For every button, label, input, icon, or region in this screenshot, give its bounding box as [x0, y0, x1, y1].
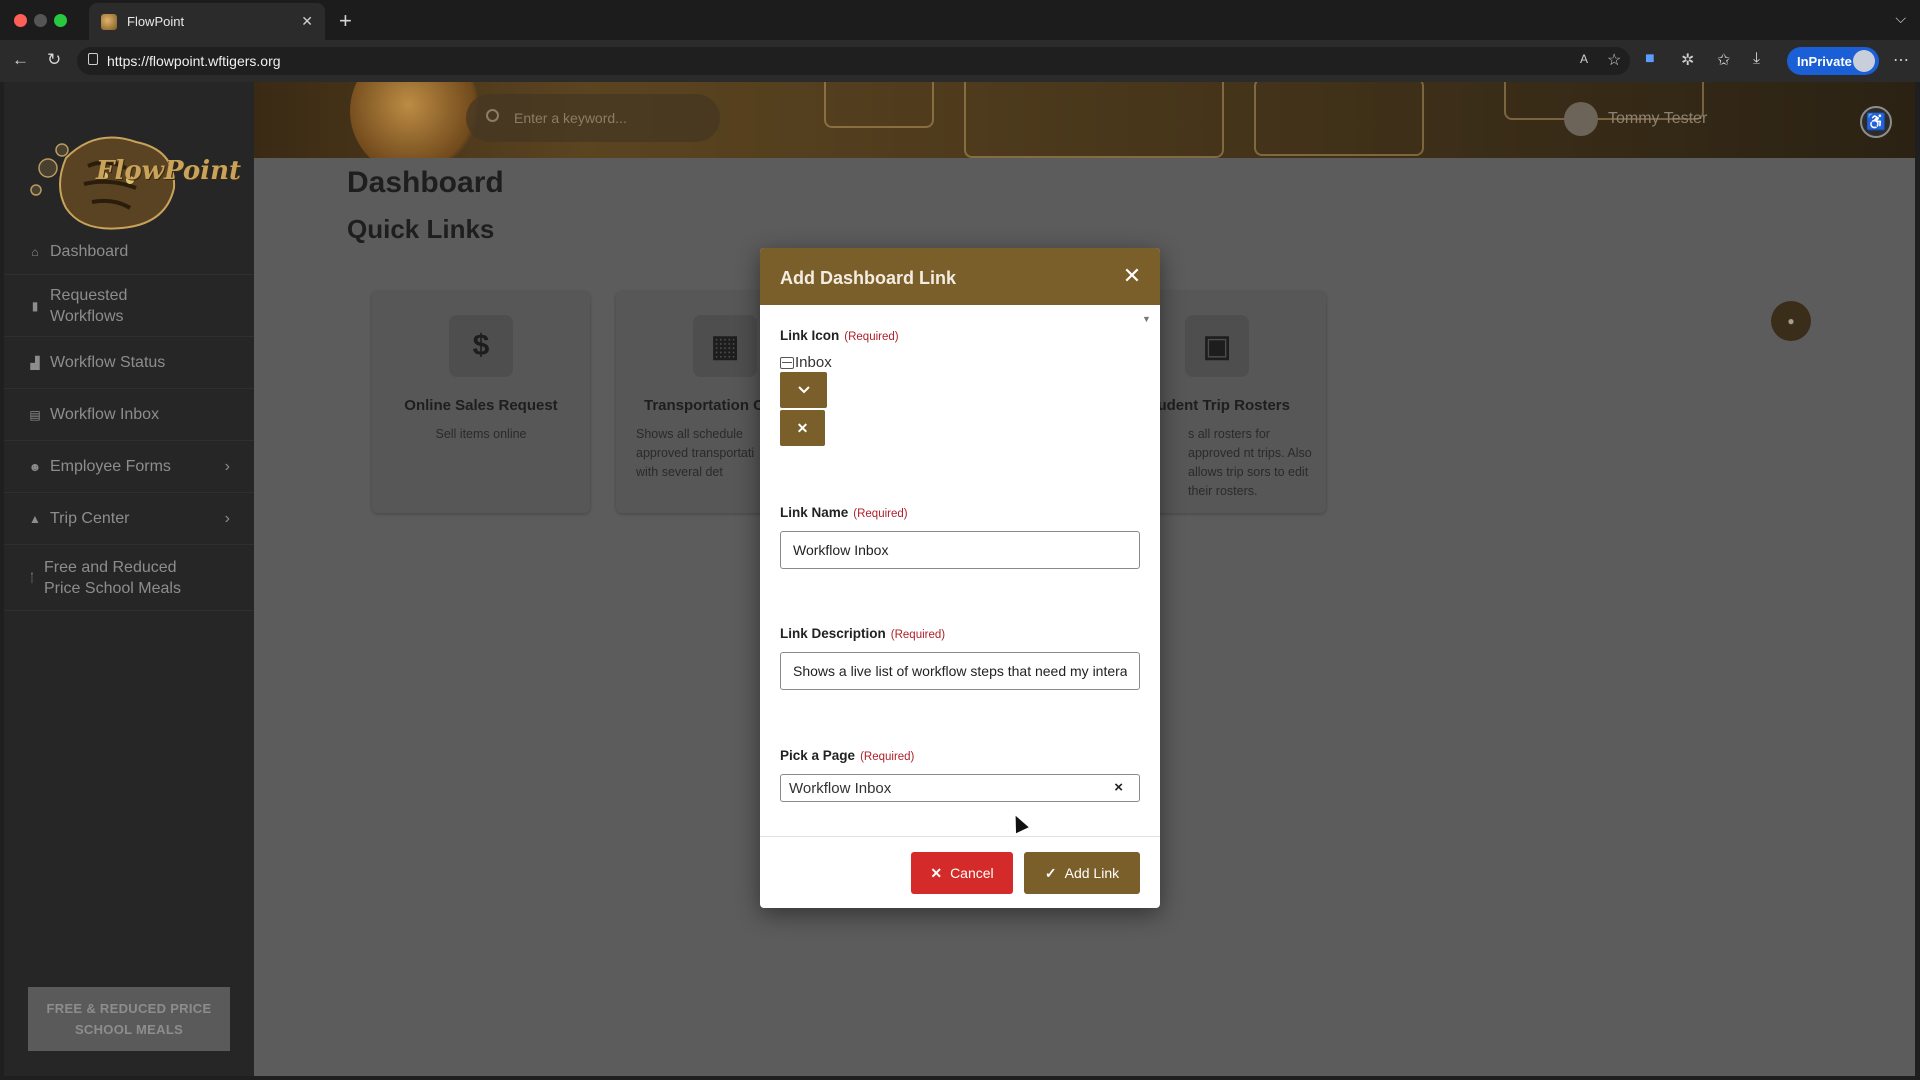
fork-icon: ᛙ — [28, 570, 36, 585]
icon-picker-toggle-button[interactable] — [780, 372, 827, 408]
add-dashboard-link-dialog: Add Dashboard Link ✕ ▼ Link Icon (Require… — [760, 248, 1160, 908]
sidebar-item-label: Requested Workflows — [50, 286, 128, 325]
page-select[interactable]: Workflow Inbox × — [780, 774, 1140, 802]
sidebar-item-employee-forms[interactable]: ☻ Employee Forms › — [4, 441, 254, 493]
header-decoration — [1254, 82, 1424, 156]
search-input[interactable]: Enter a keyword... — [466, 94, 720, 142]
sidebar-item-workflow-status[interactable]: ▟ Workflow Status — [4, 337, 254, 389]
add-link-fab-icon[interactable]: ● — [1771, 301, 1811, 341]
close-icon[interactable]: ✕ — [1118, 262, 1146, 290]
read-aloud-icon[interactable]: A — [1580, 52, 1588, 66]
profile-avatar-icon — [1853, 50, 1875, 72]
address-bar: ← ↻ https://flowpoint.wftigers.org A ☆ ■… — [0, 40, 1920, 82]
top-header: Enter a keyword... Tommy Tester ♿ — [254, 82, 1915, 158]
url-text: https://flowpoint.wftigers.org — [107, 53, 281, 69]
card-title: Online Sales Request — [404, 397, 558, 414]
header-decoration — [964, 82, 1224, 158]
url-field[interactable]: https://flowpoint.wftigers.org — [77, 47, 1630, 75]
extension-icon[interactable]: ■ — [1645, 50, 1655, 68]
tab-title: FlowPoint — [127, 14, 185, 29]
cancel-button[interactable]: ✕ Cancel — [911, 852, 1013, 894]
card-description: Shows all schedule approved transportati… — [636, 427, 755, 479]
logo-text: FlowPoint — [96, 156, 242, 186]
inbox-icon — [780, 356, 794, 369]
pick-a-page-label: Pick a Page (Required) — [780, 748, 915, 763]
user-menu[interactable]: Tommy Tester — [1564, 102, 1707, 136]
link-icon-value: Inbox — [780, 354, 832, 371]
avatar — [1564, 102, 1598, 136]
page-select-value: Workflow Inbox — [789, 779, 892, 797]
inprivate-badge[interactable]: InPrivate — [1787, 47, 1879, 75]
road-icon: ▲ — [29, 511, 41, 526]
home-icon: ⌂ — [31, 244, 39, 259]
chevron-right-icon: › — [224, 509, 230, 527]
sidebar-item-free-reduced-meals[interactable]: ᛙ Free and Reduced Price School Meals — [4, 545, 254, 611]
chevron-down-icon — [797, 386, 810, 394]
page-title: Dashboard — [347, 166, 504, 199]
add-link-button[interactable]: ✓ Add Link — [1024, 852, 1140, 894]
header-decoration — [350, 82, 480, 158]
download-icon[interactable]: ⤓ — [1753, 50, 1760, 68]
dialog-title: Add Dashboard Link — [780, 268, 957, 288]
sidebar-item-workflow-inbox[interactable]: ▤ Workflow Inbox — [4, 389, 254, 441]
extensions-puzzle-icon[interactable]: ✲ — [1681, 50, 1694, 70]
tab-list-chevron-icon[interactable]: ⌵ — [1895, 10, 1906, 27]
tab-close-icon[interactable]: ✕ — [301, 13, 313, 30]
chevron-right-icon: › — [224, 457, 230, 475]
search-icon — [486, 109, 499, 122]
inbox-icon: ▤ — [29, 407, 41, 422]
clear-selection-icon[interactable]: × — [1114, 779, 1123, 796]
check-icon: ✓ — [1044, 864, 1057, 881]
link-description-field[interactable] — [780, 652, 1140, 690]
user-name: Tommy Tester — [1608, 110, 1708, 127]
sidebar-item-label: Workflow Status — [50, 353, 166, 371]
sidebar-item-label: Dashboard — [50, 242, 129, 260]
sidebar-item-label: Free and Reduced Price School Meals — [44, 558, 181, 597]
favorite-star-icon[interactable]: ☆ — [1607, 50, 1621, 70]
browser-tab-bar: FlowPoint ✕ + ⌵ — [0, 0, 1920, 40]
browser-tab[interactable]: FlowPoint ✕ — [89, 3, 325, 40]
chart-icon: ▟ — [30, 355, 40, 370]
sidebar-item-trip-center[interactable]: ▲ Trip Center › — [4, 493, 254, 545]
clipboard-icon: ▣ — [1185, 315, 1249, 377]
section-title: Quick Links — [347, 214, 495, 244]
header-decoration — [824, 82, 934, 128]
refresh-icon[interactable]: ↻ — [47, 50, 61, 70]
link-description-label: Link Description (Required) — [780, 626, 946, 641]
search-placeholder: Enter a keyword... — [514, 110, 627, 126]
card-description: Sell items online — [435, 427, 527, 441]
lock-icon — [88, 53, 98, 65]
people-icon: ☻ — [28, 459, 42, 474]
x-icon: ✕ — [930, 864, 943, 881]
more-menu-icon[interactable]: ⋯ — [1893, 50, 1909, 70]
scroll-down-icon[interactable]: ▼ — [1142, 314, 1151, 324]
minimize-window-button[interactable] — [34, 14, 47, 27]
link-icon-label: Link Icon (Required) — [780, 328, 899, 343]
calendar-icon: ▦ — [693, 315, 757, 377]
maximize-window-button[interactable] — [54, 14, 67, 27]
link-name-field[interactable] — [780, 531, 1140, 569]
sidebar-item-dashboard[interactable]: ⌂ Dashboard — [4, 229, 254, 275]
favorites-icon[interactable]: ✩ — [1717, 50, 1730, 70]
flowpoint-favicon-icon — [101, 13, 117, 30]
sidebar-item-label: Workflow Inbox — [50, 405, 160, 423]
link-name-label: Link Name (Required) — [780, 505, 908, 520]
card-description: s all rosters for approved nt trips. Als… — [1188, 427, 1312, 498]
dialog-divider — [760, 836, 1160, 837]
sidebar: FlowPoint ⌂ Dashboard ▮ Requested Workfl… — [4, 82, 254, 1076]
document-icon: ▮ — [31, 298, 39, 313]
sidebar-item-label: Employee Forms — [50, 457, 171, 475]
dialog-header: Add Dashboard Link ✕ — [760, 248, 1160, 305]
new-tab-icon[interactable]: + — [339, 8, 352, 34]
free-reduced-meals-button[interactable]: FREE & REDUCED PRICE SCHOOL MEALS — [28, 987, 230, 1051]
accessibility-icon[interactable]: ♿ — [1860, 106, 1892, 138]
quick-link-card[interactable]: $ Online Sales Request Sell items online — [372, 291, 590, 513]
sidebar-item-label: Trip Center — [50, 509, 130, 527]
back-icon[interactable]: ← — [12, 50, 29, 70]
clear-icon-button[interactable]: ✕ — [780, 410, 825, 446]
close-window-button[interactable] — [14, 14, 27, 27]
inprivate-label: InPrivate — [1797, 53, 1852, 69]
sidebar-item-requested-workflows[interactable]: ▮ Requested Workflows — [4, 275, 254, 337]
dollar-icon: $ — [449, 315, 513, 377]
